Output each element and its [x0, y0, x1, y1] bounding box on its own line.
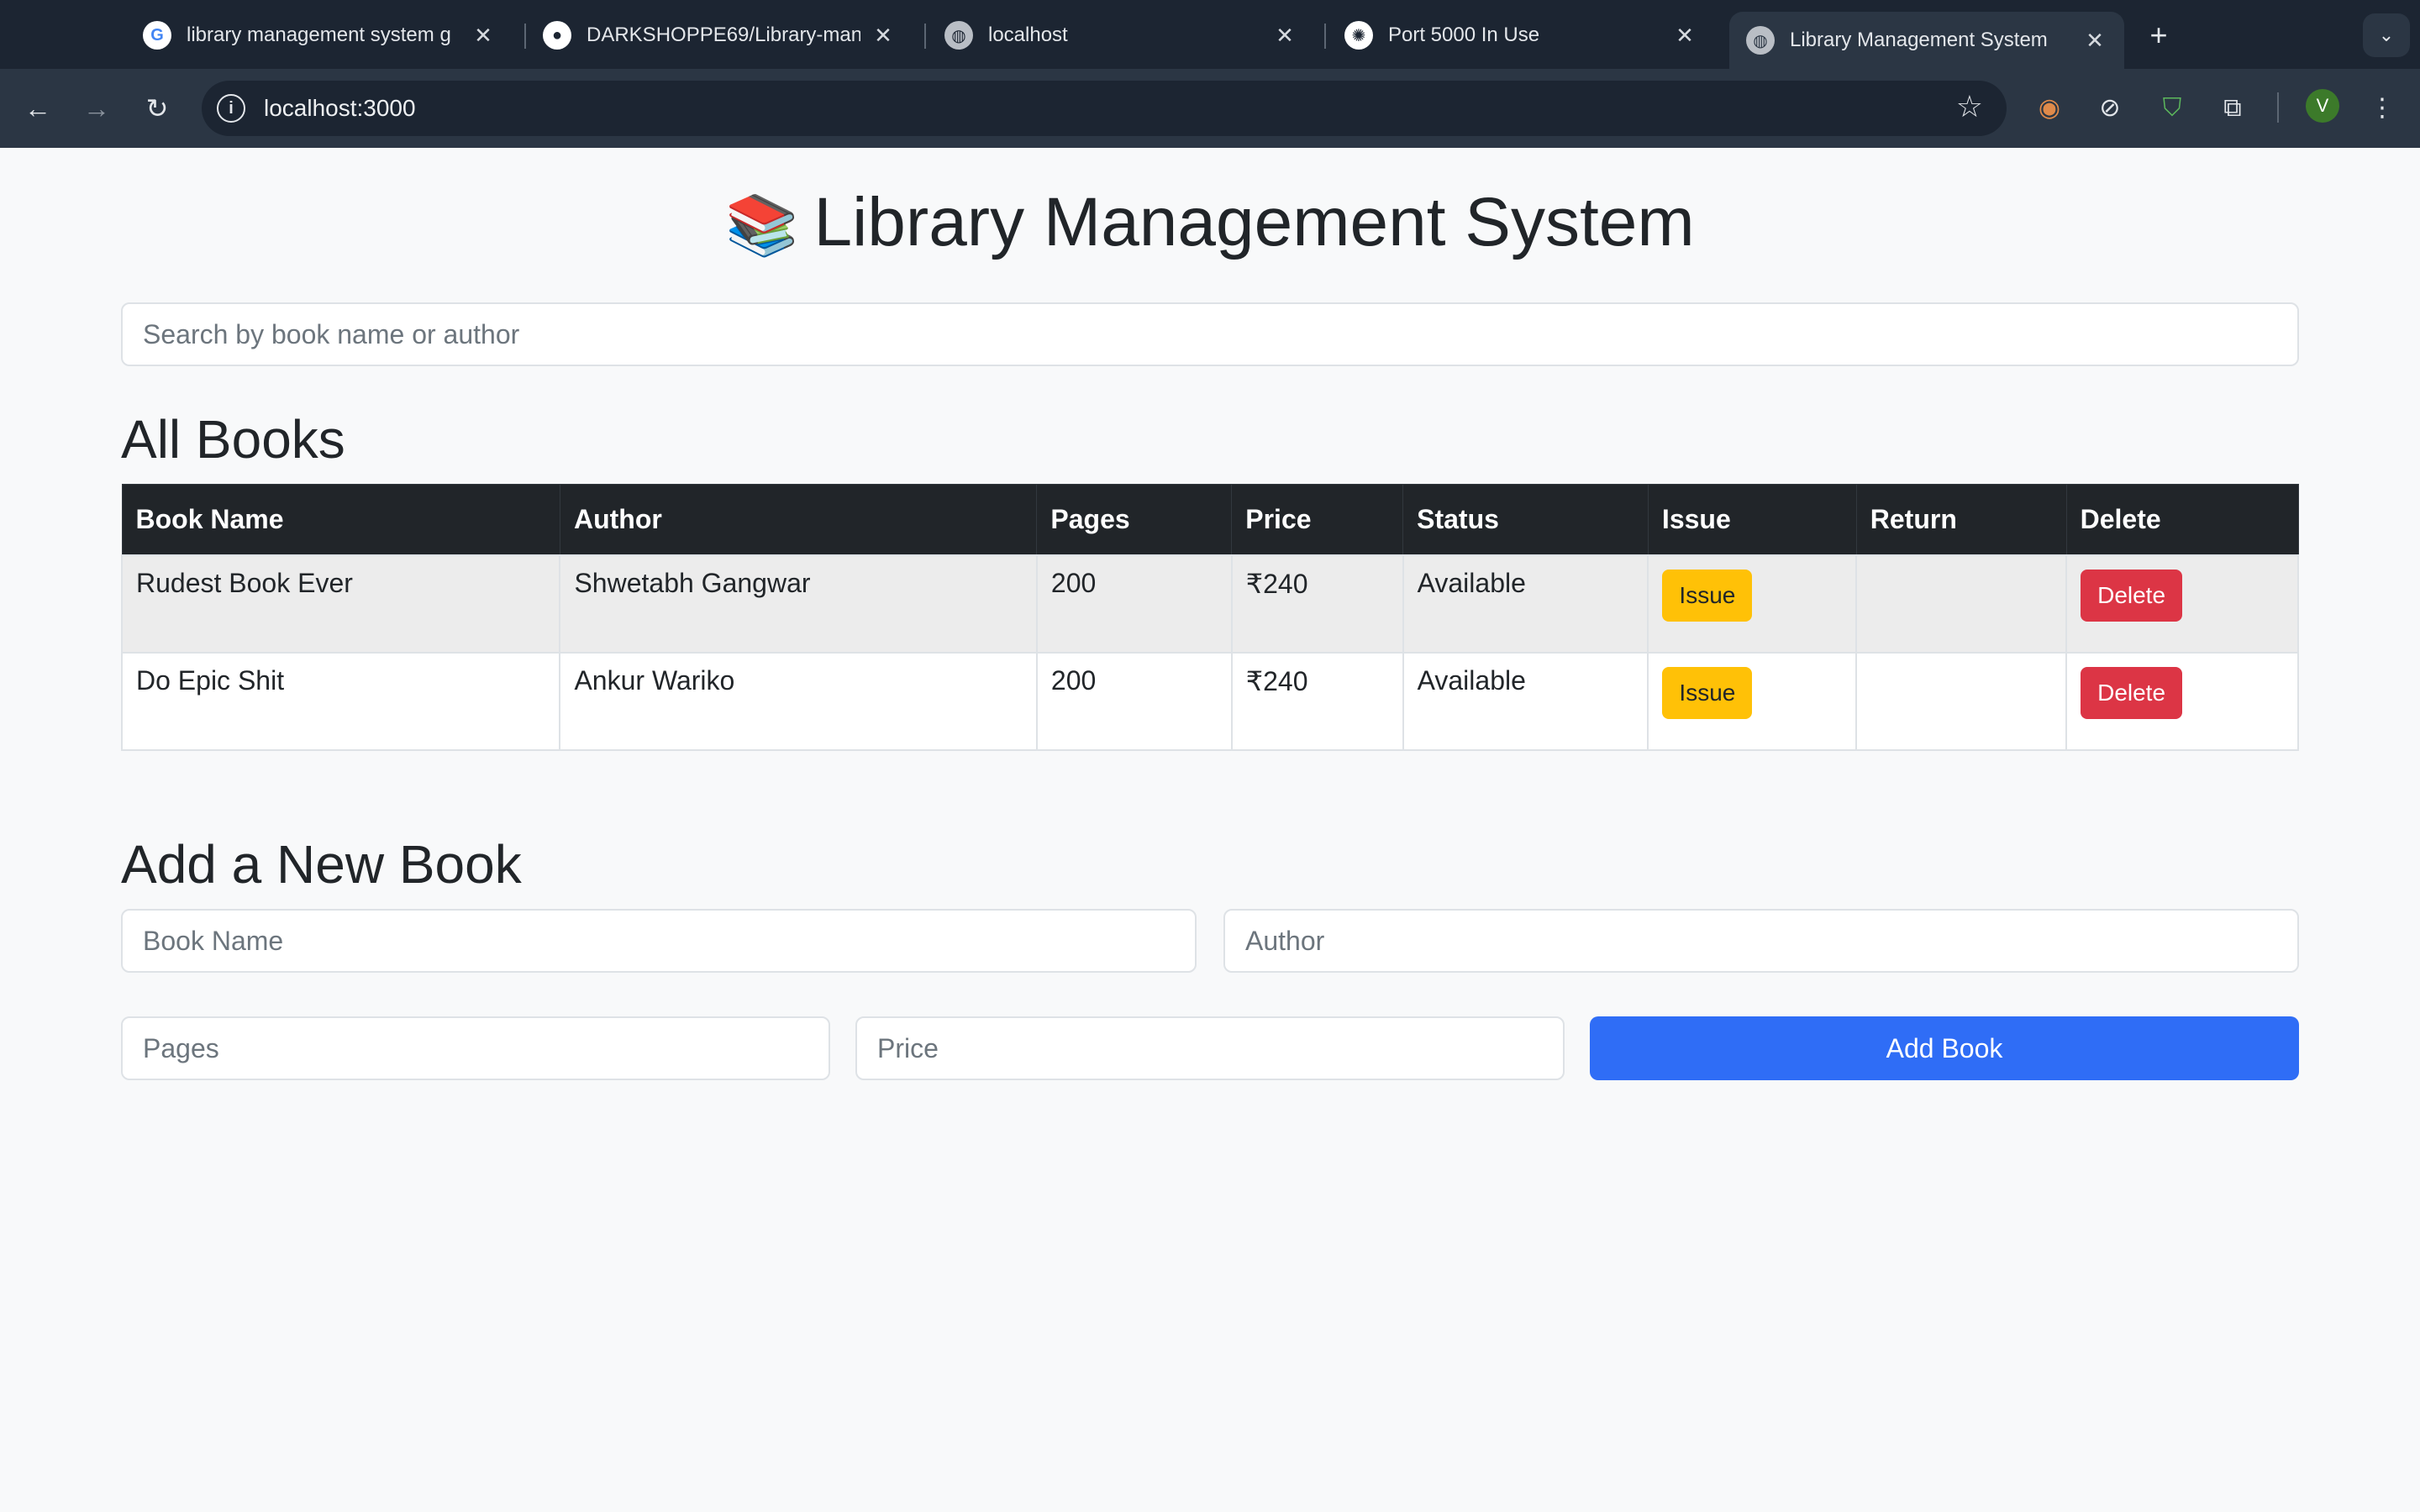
- column-header: Status: [1402, 484, 1649, 555]
- reload-icon[interactable]: ↻: [138, 89, 176, 128]
- browser-tab-strip: G library management system g ✕ ● DARKSH…: [0, 0, 2420, 69]
- github-icon: ●: [543, 21, 571, 50]
- search-input[interactable]: [121, 302, 2299, 366]
- shield-extension-icon[interactable]: ⛉: [2153, 89, 2191, 128]
- column-header: Return: [1855, 484, 2067, 555]
- browser-tab[interactable]: ● DARKSHOPPE69/Library-man ✕: [526, 12, 913, 59]
- toolbar-divider: [2277, 92, 2279, 123]
- status-cell: Available: [1402, 651, 1649, 751]
- profile-avatar[interactable]: V: [2306, 89, 2339, 123]
- table-row: Do Epic Shit Ankur Wariko 200 ₹240 Avail…: [120, 651, 2299, 751]
- close-icon[interactable]: ✕: [1272, 23, 1297, 49]
- browser-tab[interactable]: ◍ localhost ✕: [928, 12, 1314, 59]
- close-icon[interactable]: ✕: [471, 23, 496, 49]
- google-icon: G: [143, 21, 171, 50]
- cookie-extension-icon[interactable]: ◉: [2030, 89, 2069, 128]
- delete-button[interactable]: Delete: [2081, 666, 2183, 719]
- book-name-input[interactable]: [121, 909, 1197, 973]
- books-icon: 📚: [725, 192, 799, 258]
- issue-cell: Issue: [1647, 651, 1858, 751]
- price-cell: ₹240: [1230, 554, 1404, 654]
- new-tab-button[interactable]: +: [2138, 15, 2180, 57]
- address-bar[interactable]: i localhost:3000 ☆: [202, 81, 2007, 136]
- column-header: Author: [559, 484, 1038, 555]
- close-icon[interactable]: ✕: [871, 23, 896, 49]
- extensions-puzzle-icon[interactable]: ⧉: [2213, 89, 2252, 128]
- address-url[interactable]: localhost:3000: [264, 95, 416, 122]
- column-header: Delete: [2065, 484, 2299, 555]
- page-title-text: Library Management System: [813, 184, 1695, 260]
- delete-cell: Delete: [2065, 554, 2299, 654]
- issue-cell: Issue: [1647, 554, 1858, 654]
- table-header-row: Book Name Author Pages Price Status Issu…: [121, 484, 2299, 555]
- delete-button[interactable]: Delete: [2081, 569, 2183, 622]
- column-header: Price: [1231, 484, 1404, 555]
- browser-tab[interactable]: ✺ Port 5000 In Use ✕: [1328, 12, 1714, 59]
- tab-search-chevron-icon[interactable]: ⌄: [2363, 13, 2410, 57]
- price-input[interactable]: [855, 1016, 1565, 1080]
- all-books-heading: All Books: [121, 409, 345, 470]
- browser-tab[interactable]: G library management system g ✕: [126, 12, 513, 59]
- pages-cell: 200: [1035, 554, 1233, 654]
- browser-tab-active[interactable]: ◍ Library Management System ✕: [1729, 12, 2124, 69]
- close-icon[interactable]: ✕: [2082, 28, 2107, 54]
- return-cell: [1855, 554, 2068, 654]
- author-cell: Ankur Wariko: [559, 651, 1038, 751]
- globe-icon: ◍: [1746, 26, 1775, 55]
- tab-divider: [1324, 24, 1326, 49]
- price-cell: ₹240: [1230, 651, 1404, 751]
- issue-button[interactable]: Issue: [1662, 569, 1753, 622]
- author-input[interactable]: [1223, 909, 2299, 973]
- browser-toolbar: ← → ↻ i localhost:3000 ☆ ◉ ⊘ ⛉ ⧉ ⋮: [0, 69, 2420, 148]
- forward-arrow-icon[interactable]: →: [77, 89, 116, 128]
- pages-cell: 200: [1035, 651, 1233, 751]
- kebab-menu-icon[interactable]: ⋮: [2363, 89, 2402, 128]
- issue-button[interactable]: Issue: [1662, 666, 1753, 719]
- site-info-icon[interactable]: i: [217, 94, 245, 123]
- back-arrow-icon[interactable]: ←: [18, 89, 57, 128]
- page-title: 📚 Library Management System: [0, 183, 2420, 262]
- tab-divider: [924, 24, 926, 49]
- book-name-cell: Do Epic Shit: [120, 651, 561, 751]
- extension-icon[interactable]: ⊘: [2091, 89, 2129, 128]
- delete-cell: Delete: [2065, 651, 2299, 751]
- author-cell: Shwetabh Gangwar: [559, 554, 1038, 654]
- status-cell: Available: [1402, 554, 1649, 654]
- table-row: Rudest Book Ever Shwetabh Gangwar 200 ₹2…: [120, 554, 2299, 654]
- openai-icon: ✺: [1344, 21, 1373, 50]
- books-table: Book Name Author Pages Price Status Issu…: [120, 484, 2299, 751]
- bookmark-star-icon[interactable]: ☆: [1956, 89, 1983, 124]
- book-name-cell: Rudest Book Ever: [120, 554, 561, 654]
- pages-input[interactable]: [121, 1016, 830, 1080]
- column-header: Pages: [1036, 484, 1233, 555]
- add-book-button[interactable]: Add Book: [1590, 1016, 2299, 1080]
- add-book-heading: Add a New Book: [121, 834, 522, 895]
- column-header: Book Name: [121, 484, 560, 555]
- globe-icon: ◍: [944, 21, 973, 50]
- return-cell: [1855, 651, 2068, 751]
- column-header: Issue: [1647, 484, 1857, 555]
- close-icon[interactable]: ✕: [1672, 23, 1697, 49]
